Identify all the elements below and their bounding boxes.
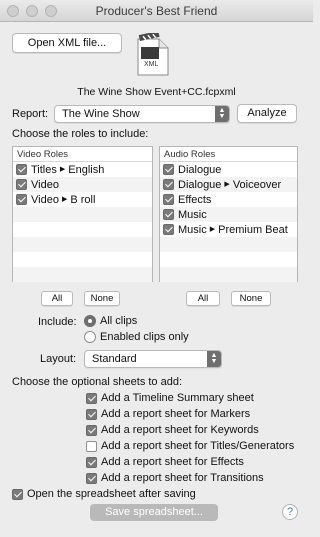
video-role-row[interactable]: Video ▶ B roll [13,192,152,207]
sheet-option-checkbox[interactable] [86,392,97,404]
sheet-option-label: Add a report sheet for Keywords [101,424,259,436]
sheet-option-checkbox[interactable] [86,424,97,436]
analyze-button[interactable]: Analyze [237,104,297,123]
report-select[interactable]: The Wine Show ▲ ▼ [54,105,230,123]
video-role-subrole-label: B roll [70,193,96,206]
audio-role-checkbox[interactable] [163,164,174,175]
video-role-row [13,267,152,282]
sheet-option[interactable]: Add a report sheet for Markers [86,408,250,420]
audio-role-row[interactable]: Effects [160,192,297,207]
report-label: Report: [12,108,49,120]
open-after-saving-checkbox[interactable] [12,488,23,500]
sheet-option[interactable]: Add a Timeline Summary sheet [86,392,254,404]
video-role-label: Titles [31,163,57,176]
video-role-row [13,237,152,252]
audio-role-row [160,237,297,252]
audio-role-label: Music [178,223,207,236]
xml-icon-label: XML [144,61,159,68]
enabled-clips-radio[interactable] [84,331,96,343]
sheet-option-label: Add a report sheet for Transitions [101,472,264,484]
include-all-clips-option[interactable]: All clips [84,315,137,327]
audio-roles-list[interactable]: Audio Roles Dialogue Dialogue ▶ Voiceover Ef… [159,146,298,282]
sheet-option-label: Add a report sheet for Effects [101,456,244,468]
audio-none-button[interactable]: None [231,291,271,306]
video-role-label: Video [31,178,59,191]
audio-role-row[interactable]: Dialogue ▶ Voiceover [160,177,297,192]
audio-all-button[interactable]: All [186,291,220,306]
sheet-option-checkbox[interactable] [86,456,97,468]
video-role-checkbox[interactable] [16,194,27,205]
open-after-saving-label: Open the spreadsheet after saving [27,488,196,500]
sheet-option[interactable]: Add a report sheet for Effects [86,456,244,468]
sheet-option-checkbox[interactable] [86,472,97,484]
report-select-value: The Wine Show [62,108,140,120]
roles-heading: Choose the roles to include: [12,128,149,140]
video-all-button[interactable]: All [41,291,73,306]
open-after-saving-option[interactable]: Open the spreadsheet after saving [12,488,196,500]
layout-label: Layout: [40,353,77,365]
xml-file-icon: XML [137,30,169,76]
window-title: Producer's Best Friend [95,4,218,18]
video-role-row [13,252,152,267]
audio-role-row [160,267,297,282]
file-name: The Wine Show Event+CC.fcpxml [77,86,236,98]
audio-roles-header: Audio Roles [160,147,297,162]
sheet-option[interactable]: Add a report sheet for Transitions [86,472,264,484]
video-role-subrole-label: English [68,163,105,176]
audio-role-row[interactable]: Dialogue [160,162,297,177]
include-enabled-clips-option[interactable]: Enabled clips only [84,331,189,343]
layout-select[interactable]: Standard ▲ ▼ [84,350,222,368]
video-roles-header: Video Roles [13,147,152,162]
video-roles-list[interactable]: Video Roles Titles ▶ English Video Video ▶ B r… [12,146,153,282]
sheet-option-label: Add a report sheet for Markers [101,408,251,420]
video-role-row[interactable]: Titles ▶ English [13,162,152,177]
all-clips-label: All clips [100,315,138,327]
sheet-option[interactable]: Add a report sheet for Keywords [86,424,259,436]
audio-role-checkbox[interactable] [163,179,174,190]
enabled-clips-label: Enabled clips only [100,331,189,343]
audio-role-subrole-label: Voiceover [232,178,282,191]
include-label: Include: [38,316,77,328]
audio-role-label: Music [178,208,207,221]
video-role-label: Video [31,193,59,206]
sheet-option[interactable]: Add a report sheet for Titles/Generators [86,440,294,452]
save-spreadsheet-button[interactable]: Save spreadsheet... [90,504,218,521]
all-clips-radio[interactable] [84,315,96,327]
audio-role-subrole-label: Premium Beat [218,223,288,236]
sheets-heading: Choose the optional sheets to add: [12,376,183,388]
video-role-row [13,222,152,237]
audio-role-label: Dialogue [178,163,222,176]
sheet-option-label: Add a report sheet for Titles/Generators [101,440,295,452]
disclosure-triangle-icon: ▶ [224,180,230,188]
video-role-row [13,207,152,222]
audio-role-checkbox[interactable] [163,194,174,205]
audio-role-checkbox[interactable] [163,209,174,220]
sheet-option-checkbox[interactable] [86,440,97,452]
help-button[interactable]: ? [282,504,298,520]
chevron-updown-icon: ▲ ▼ [207,351,221,367]
disclosure-triangle-icon: ▶ [61,195,68,203]
sheet-option-label: Add a Timeline Summary sheet [101,392,254,404]
open-xml-button[interactable]: Open XML file... [12,33,122,53]
audio-role-label: Dialogue [178,178,222,191]
audio-role-row[interactable]: Music [160,207,297,222]
disclosure-triangle-icon: ▶ [59,165,66,173]
video-role-checkbox[interactable] [16,164,27,175]
audio-role-row[interactable]: Music ▶ Premium Beat [160,222,297,237]
video-none-button[interactable]: None [84,291,120,306]
video-role-row[interactable]: Video [13,177,152,192]
audio-role-label: Effects [178,193,212,206]
audio-role-checkbox[interactable] [163,224,174,235]
title-bar: Producer's Best Friend [0,0,313,22]
sheet-option-checkbox[interactable] [86,408,97,420]
disclosure-triangle-icon: ▶ [209,225,216,233]
layout-select-value: Standard [92,353,137,365]
chevron-updown-icon: ▲ ▼ [215,106,229,122]
audio-role-row [160,252,297,267]
video-role-checkbox[interactable] [16,179,27,190]
